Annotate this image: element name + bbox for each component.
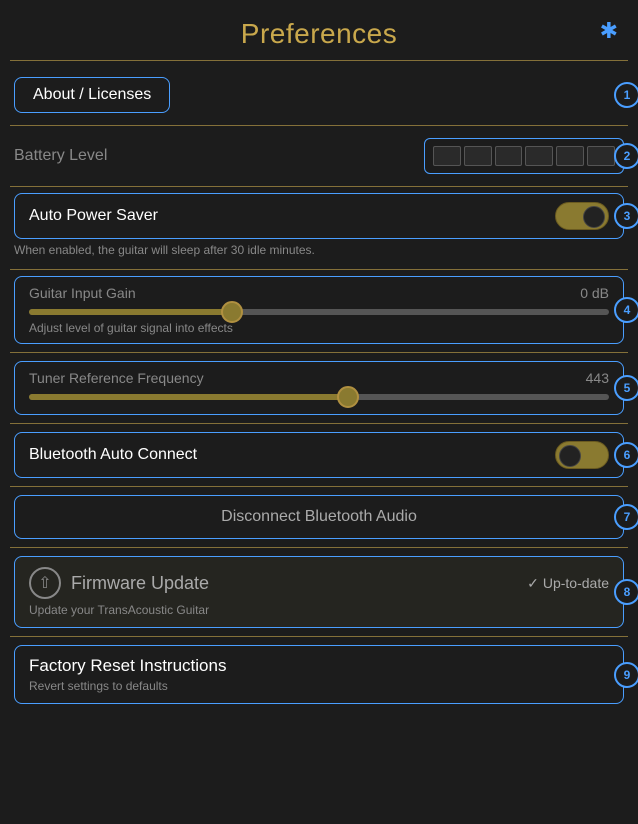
preferences-page: Preferences ✱ About / Licenses 1 Battery… bbox=[0, 0, 638, 824]
auto-power-saver-knob bbox=[583, 206, 605, 228]
auto-power-saver-subtitle: When enabled, the guitar will sleep afte… bbox=[0, 239, 638, 263]
firmware-label: Firmware Update bbox=[71, 573, 517, 594]
battery-indicator bbox=[424, 138, 624, 174]
about-licenses-button[interactable]: About / Licenses bbox=[14, 77, 170, 113]
divider-1 bbox=[10, 125, 628, 126]
firmware-subtitle: Update your TransAcoustic Guitar bbox=[29, 603, 609, 617]
guitar-gain-subtitle: Adjust level of guitar signal into effec… bbox=[29, 321, 609, 335]
badge-5: 5 bbox=[614, 375, 638, 401]
badge-2: 2 bbox=[614, 143, 638, 169]
guitar-gain-header: Guitar Input Gain 0 dB bbox=[29, 285, 609, 301]
guitar-gain-fill bbox=[29, 309, 232, 315]
divider-5 bbox=[10, 423, 628, 424]
divider-2 bbox=[10, 186, 628, 187]
header-divider bbox=[10, 60, 628, 61]
tuner-freq-fill bbox=[29, 394, 348, 400]
battery-seg-5 bbox=[556, 146, 584, 166]
guitar-gain-label: Guitar Input Gain bbox=[29, 285, 136, 301]
guitar-gain-value: 0 dB bbox=[580, 285, 609, 301]
firmware-upload-icon: ⇧ bbox=[29, 567, 61, 599]
firmware-update-row[interactable]: ⇧ Firmware Update ✓ Up-to-date Update yo… bbox=[14, 556, 624, 628]
tuner-freq-thumb[interactable] bbox=[337, 386, 359, 408]
guitar-gain-track[interactable] bbox=[29, 309, 609, 315]
tuner-freq-label: Tuner Reference Frequency bbox=[29, 370, 204, 386]
badge-9: 9 bbox=[614, 662, 638, 688]
bluetooth-auto-connect-toggle[interactable] bbox=[555, 441, 609, 469]
checkmark-icon: ✓ bbox=[527, 575, 539, 592]
battery-seg-3 bbox=[495, 146, 523, 166]
factory-reset-label: Factory Reset Instructions bbox=[29, 656, 609, 676]
guitar-gain-thumb[interactable] bbox=[221, 301, 243, 323]
bluetooth-header-icon: ✱ bbox=[600, 18, 618, 44]
tuner-freq-header: Tuner Reference Frequency 443 bbox=[29, 370, 609, 386]
divider-3 bbox=[10, 269, 628, 270]
badge-7: 7 bbox=[614, 504, 638, 530]
badge-8: 8 bbox=[614, 579, 638, 605]
firmware-status-text: Up-to-date bbox=[543, 575, 609, 591]
tuner-freq-value: 443 bbox=[586, 370, 609, 386]
battery-seg-4 bbox=[525, 146, 553, 166]
divider-6 bbox=[10, 486, 628, 487]
badge-6: 6 bbox=[614, 442, 638, 468]
badge-1: 1 bbox=[614, 82, 638, 108]
firmware-status: ✓ Up-to-date bbox=[527, 575, 609, 592]
tuner-freq-section: Tuner Reference Frequency 443 bbox=[14, 361, 624, 415]
battery-seg-6 bbox=[587, 146, 615, 166]
page-title: Preferences bbox=[241, 18, 397, 50]
bluetooth-auto-connect-row: Bluetooth Auto Connect bbox=[14, 432, 624, 478]
factory-reset-subtitle: Revert settings to defaults bbox=[29, 679, 609, 693]
firmware-top: ⇧ Firmware Update ✓ Up-to-date bbox=[29, 567, 609, 599]
divider-8 bbox=[10, 636, 628, 637]
auto-power-saver-label: Auto Power Saver bbox=[29, 207, 555, 225]
header: Preferences ✱ bbox=[0, 0, 638, 60]
bluetooth-auto-connect-knob bbox=[559, 445, 581, 467]
battery-seg-2 bbox=[464, 146, 492, 166]
bluetooth-auto-connect-label: Bluetooth Auto Connect bbox=[29, 446, 555, 464]
tuner-freq-track[interactable] bbox=[29, 394, 609, 400]
divider-4 bbox=[10, 352, 628, 353]
disconnect-bluetooth-button[interactable]: Disconnect Bluetooth Audio bbox=[14, 495, 624, 539]
divider-7 bbox=[10, 547, 628, 548]
factory-reset-row[interactable]: Factory Reset Instructions Revert settin… bbox=[14, 645, 624, 704]
guitar-gain-section: Guitar Input Gain 0 dB Adjust level of g… bbox=[14, 276, 624, 344]
badge-3: 3 bbox=[614, 203, 638, 229]
badge-4: 4 bbox=[614, 297, 638, 323]
auto-power-saver-row: Auto Power Saver bbox=[14, 193, 624, 239]
battery-label: Battery Level bbox=[14, 147, 424, 165]
auto-power-saver-toggle[interactable] bbox=[555, 202, 609, 230]
battery-seg-1 bbox=[433, 146, 461, 166]
